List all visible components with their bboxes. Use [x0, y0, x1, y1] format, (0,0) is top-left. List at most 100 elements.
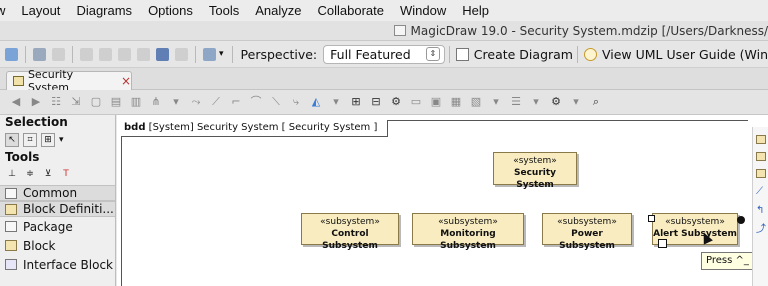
path-icon[interactable]: ⤳	[190, 96, 202, 108]
palette-selection-heading: Selection	[5, 115, 68, 129]
menu-help[interactable]: Help	[454, 3, 497, 18]
palette-section-block-definition[interactable]: Block Definiti...	[0, 201, 115, 217]
save-icon[interactable]	[156, 47, 169, 61]
align-icon[interactable]: ≑	[23, 168, 37, 182]
display-icon[interactable]: ▭	[410, 96, 422, 108]
toolbar-separator	[195, 45, 196, 63]
menu-window[interactable]: Window	[392, 3, 454, 18]
curve-icon[interactable]: ⌒	[250, 96, 262, 108]
create-diagram-button[interactable]: Create Diagram	[455, 47, 573, 62]
block-control-subsystem[interactable]: «subsystem» Control Subsystem	[301, 213, 399, 251]
oblique-icon[interactable]: ⟍	[270, 96, 282, 108]
palette-item-block[interactable]: Block	[0, 236, 115, 255]
pointer-icon[interactable]: ↖	[5, 132, 19, 147]
smart-manipulator-handle[interactable]	[737, 216, 745, 224]
palette-item-interface-block[interactable]: Interface Block	[0, 255, 115, 274]
insert-alt-icon[interactable]: ⊟	[370, 96, 382, 108]
paste-icon[interactable]	[118, 47, 131, 61]
copy-icon[interactable]	[99, 47, 112, 61]
interface-block-icon	[5, 259, 17, 270]
style-icon[interactable]: ⚙	[390, 96, 402, 108]
view-user-guide-button[interactable]: View UML User Guide (Win	[583, 47, 768, 62]
value-property-icon[interactable]	[756, 169, 766, 178]
chevron-down-icon[interactable]: ▾	[570, 96, 582, 108]
dependency-icon[interactable]: ⤴	[756, 225, 766, 235]
perspective-select[interactable]: Full Featured ⇕	[323, 44, 445, 64]
tree-icon[interactable]: ☷	[50, 96, 62, 108]
edit-icon[interactable]	[33, 47, 46, 61]
paste-icon[interactable]: ▤	[110, 96, 122, 108]
perspective-label: Perspective:	[240, 46, 318, 62]
menu-layout[interactable]: Layout	[13, 3, 68, 18]
menu-options[interactable]: Options	[140, 3, 201, 18]
menu-collaborate[interactable]: Collaborate	[309, 3, 392, 18]
layout-icon[interactable]	[203, 47, 216, 61]
multi-select-icon[interactable]: ⊞	[41, 132, 55, 147]
diagram-tab-bar: Security System ×	[0, 68, 768, 94]
chevron-down-icon[interactable]: ▾	[219, 49, 224, 59]
guide-icon	[583, 47, 597, 61]
palette-section-common[interactable]: Common	[0, 185, 115, 201]
manipulator-icon[interactable]	[658, 239, 667, 248]
close-icon[interactable]: ×	[121, 74, 131, 88]
tab-security-system[interactable]: Security System ×	[6, 68, 132, 94]
fill-color-icon[interactable]: ◭	[310, 96, 322, 108]
toolbar-separator	[231, 45, 233, 63]
block-monitoring-subsystem[interactable]: «subsystem» Monitoring Subsystem	[412, 213, 524, 251]
gear-icon[interactable]: ⚙	[550, 96, 562, 108]
resize-handle[interactable]	[648, 215, 655, 222]
chevron-down-icon[interactable]: ▾	[170, 96, 182, 108]
trash-icon[interactable]: ▥	[130, 96, 142, 108]
frame-kind: bdd	[124, 122, 146, 133]
section-label: Block Definiti...	[23, 201, 114, 216]
block-stereotype: «system»	[513, 156, 557, 166]
window-title: MagicDraw 19.0 - Security System.mdzip […	[410, 23, 768, 38]
hierarchy-icon[interactable]: ⋔	[150, 96, 162, 108]
new-icon[interactable]: ▢	[90, 96, 102, 108]
print-icon[interactable]	[175, 47, 188, 61]
save-all-icon[interactable]	[5, 47, 18, 61]
select-icon[interactable]: ⇲	[70, 96, 82, 108]
chevron-down-icon[interactable]: ▾	[490, 96, 502, 108]
distribute-icon[interactable]: ⊻	[41, 168, 55, 182]
zoom-icon[interactable]: ▦	[450, 96, 462, 108]
search-icon[interactable]: ⌕	[590, 96, 602, 108]
insert-icon[interactable]: ⊞	[350, 96, 362, 108]
image-icon[interactable]: ▣	[430, 96, 442, 108]
chevron-down-icon[interactable]: ▾	[530, 96, 542, 108]
palette-item-label: Block	[23, 238, 56, 253]
diagram-canvas[interactable]	[117, 115, 768, 286]
line-icon[interactable]: ⟋	[210, 96, 222, 108]
chevron-down-icon[interactable]: ▾	[59, 135, 64, 145]
menu-diagrams[interactable]: Diagrams	[68, 3, 140, 18]
block-power-subsystem[interactable]: «subsystem» Power Subsystem	[542, 213, 632, 251]
rect-line-icon[interactable]: ⌐	[230, 96, 242, 108]
bend-icon[interactable]: ⤷	[290, 96, 302, 108]
block-stereotype: «subsystem»	[557, 217, 617, 227]
tools-row: ⊥ ≑ ⊻ T	[0, 164, 115, 185]
generalization-icon[interactable]: ↰	[756, 206, 766, 216]
text-icon[interactable]: T	[59, 168, 73, 182]
delete-icon[interactable]	[137, 47, 150, 61]
menu-window-partial[interactable]: w	[0, 3, 13, 18]
frame-title: [System] Security System [ Security Syst…	[148, 122, 378, 133]
grid-icon[interactable]: ▧	[470, 96, 482, 108]
rubber-band-icon[interactable]: ⌗	[23, 132, 37, 147]
part-property-icon[interactable]	[756, 135, 766, 144]
block-name: Power Subsystem	[559, 229, 615, 251]
check-icon[interactable]	[52, 47, 65, 61]
palette-item-label: Interface Block	[23, 257, 113, 272]
chevron-down-icon[interactable]: ▾	[330, 96, 342, 108]
cut-icon[interactable]	[80, 47, 93, 61]
reference-property-icon[interactable]	[756, 152, 766, 161]
diagram-frame-header[interactable]: bdd [System] Security System [ Security …	[121, 120, 389, 137]
forward-icon[interactable]: ▶	[30, 96, 42, 108]
list-icon[interactable]: ☰	[510, 96, 522, 108]
association-icon[interactable]: ⟋	[756, 187, 766, 197]
back-icon[interactable]: ◀	[10, 96, 22, 108]
menu-tools[interactable]: Tools	[201, 3, 247, 18]
palette-item-package[interactable]: Package	[0, 217, 115, 236]
block-security-system[interactable]: «system» Security System	[493, 152, 577, 190]
anchor-icon[interactable]: ⊥	[5, 168, 19, 182]
menu-analyze[interactable]: Analyze	[247, 3, 309, 18]
